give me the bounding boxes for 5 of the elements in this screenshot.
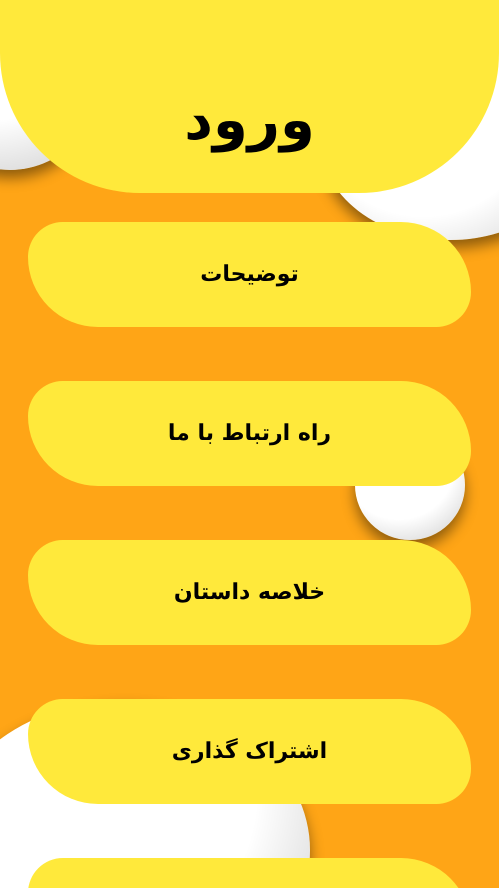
menu-button[interactable]: راه ارتباط با ما bbox=[28, 381, 471, 486]
menu-button[interactable]: توضیحات bbox=[28, 222, 471, 327]
page-title: ورود bbox=[183, 87, 316, 155]
menu-button[interactable]: خلاصه داستان bbox=[28, 540, 471, 645]
menu-button[interactable]: اشتراک گذاری bbox=[28, 699, 471, 804]
